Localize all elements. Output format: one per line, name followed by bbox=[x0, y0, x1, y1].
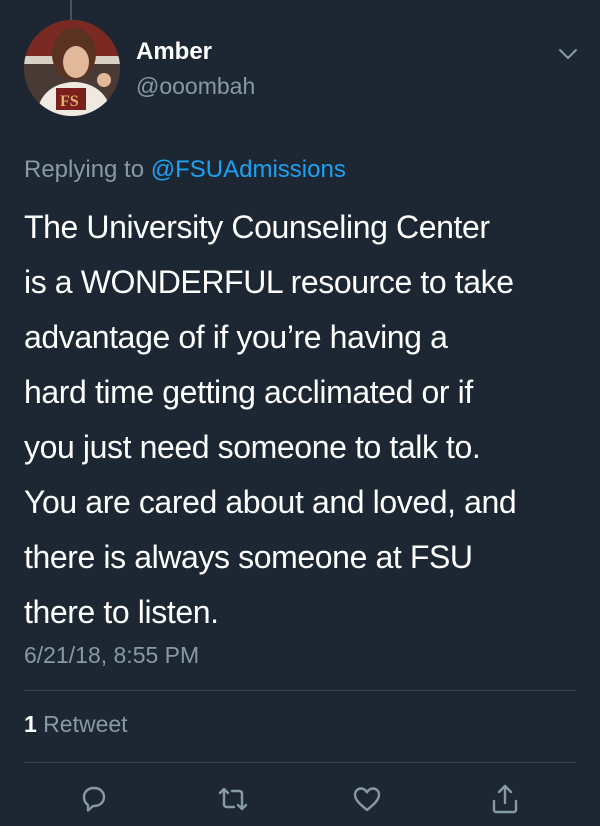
replying-to: Replying to @FSUAdmissions bbox=[24, 156, 346, 184]
divider bbox=[24, 762, 576, 763]
tweet-text-line: The University Counseling Center bbox=[24, 209, 490, 245]
tweet-text-line: there to listen. bbox=[24, 594, 219, 630]
retweet-icon[interactable] bbox=[216, 782, 250, 816]
reply-icon[interactable] bbox=[77, 782, 111, 816]
retweet-count: 1 bbox=[24, 711, 37, 737]
tweet-text-line: You are cared about and loved, and bbox=[24, 484, 517, 520]
author-name[interactable]: Amber bbox=[136, 38, 212, 66]
heart-icon[interactable] bbox=[350, 782, 384, 816]
tweet-text: The University Counseling Center is a WO… bbox=[24, 200, 584, 640]
thread-connector-line bbox=[70, 0, 72, 20]
action-bar bbox=[0, 782, 600, 816]
tweet-timestamp[interactable]: 6/21/18, 8:55 PM bbox=[24, 642, 199, 669]
retweet-stats-label: Retweet bbox=[36, 711, 128, 737]
avatar[interactable]: FS bbox=[24, 20, 120, 116]
replying-to-prefix: Replying to bbox=[24, 156, 151, 183]
reply-mention-link[interactable]: @FSUAdmissions bbox=[151, 156, 346, 183]
divider bbox=[24, 690, 576, 691]
tweet-text-line: there is always someone at FSU bbox=[24, 539, 473, 575]
tweet-text-line: advantage of if you’re having a bbox=[24, 319, 448, 355]
avatar-image: FS bbox=[24, 20, 120, 116]
tweet-text-line: hard time getting acclimated or if bbox=[24, 374, 473, 410]
author-handle[interactable]: @ooombah bbox=[136, 73, 255, 100]
chevron-down-icon[interactable] bbox=[556, 42, 580, 66]
tweet-text-line: is a WONDERFUL resource to take bbox=[24, 264, 514, 300]
svg-text:FS: FS bbox=[60, 93, 79, 110]
tweet-text-line: you just need someone to talk to. bbox=[24, 429, 481, 465]
share-icon[interactable] bbox=[488, 782, 522, 816]
retweet-stats[interactable]: 1 Retweet bbox=[24, 711, 128, 738]
